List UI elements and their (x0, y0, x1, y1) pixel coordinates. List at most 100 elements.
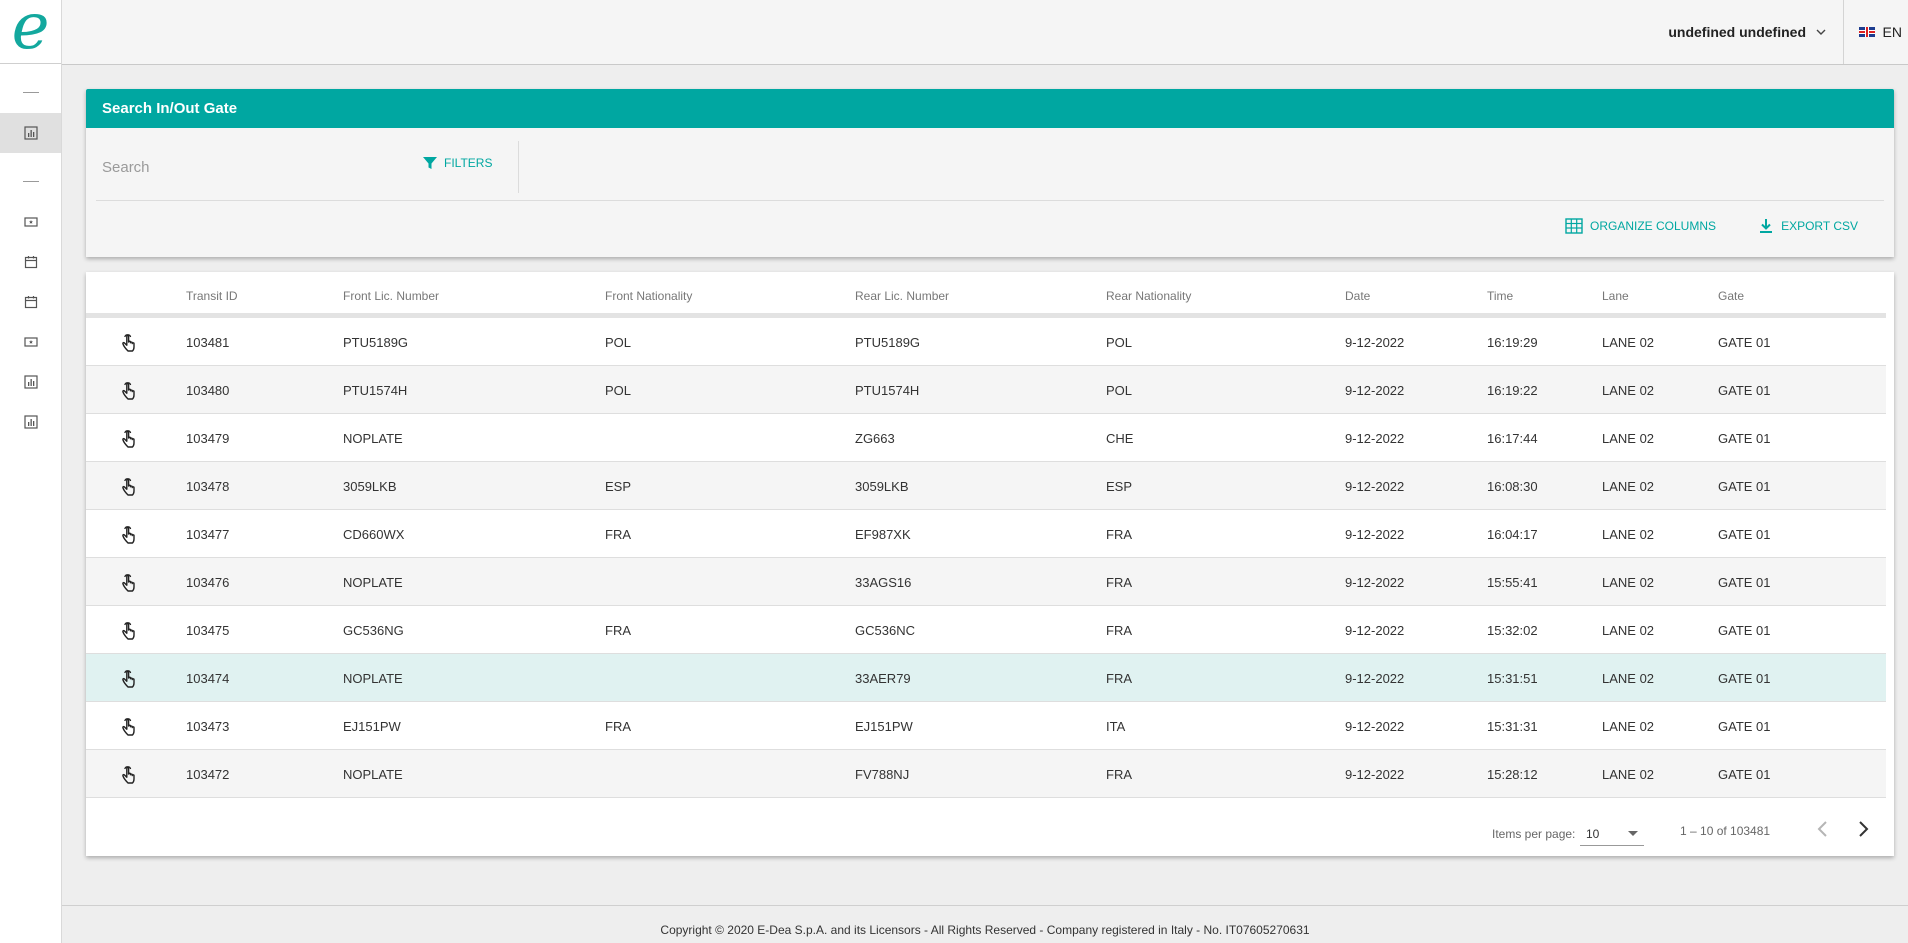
sidebar-item-reports-2[interactable] (0, 402, 61, 442)
page-range: 1 – 10 of 103481 (1680, 824, 1771, 838)
user-menu[interactable]: undefined undefined (1668, 24, 1826, 40)
chevron-left-icon (1817, 821, 1827, 837)
cell-rear-nationality: POL (1106, 383, 1133, 398)
chevron-down-icon (1816, 29, 1826, 35)
filters-label: FILTERS (444, 156, 493, 170)
column-header-date[interactable]: Date (1345, 289, 1370, 303)
table-row[interactable]: 103476 NOPLATE 33AGS16 FRA 9-12-2022 15:… (86, 558, 1886, 606)
cell-front-nationality: ESP (605, 479, 632, 494)
cell-lane: LANE 02 (1602, 623, 1655, 638)
items-per-page-label: Items per page: (1492, 827, 1576, 841)
cell-front-plate: NOPLATE (343, 431, 403, 446)
cell-rear-plate: FV788NJ (855, 767, 910, 782)
touch-icon[interactable] (120, 763, 140, 788)
cell-lane: LANE 02 (1602, 719, 1655, 734)
organize-columns-label: ORGANIZE COLUMNS (1589, 219, 1716, 233)
topbar: undefined undefined EN (62, 0, 1908, 65)
cell-lane: LANE 02 (1602, 479, 1655, 494)
divider (96, 200, 1884, 201)
items-per-page-select[interactable]: 10 (1580, 820, 1644, 846)
cell-lane: LANE 02 (1602, 335, 1655, 350)
cell-gate: GATE 01 (1718, 431, 1771, 446)
search-card: Search In/Out Gate FILTERS ORGANIZE COLU… (86, 89, 1894, 257)
touch-icon[interactable] (120, 571, 140, 596)
table-row[interactable]: 103480 PTU1574H POL PTU1574H POL 9-12-20… (86, 366, 1886, 414)
search-card-title: Search In/Out Gate (86, 89, 1894, 128)
chevron-right-icon (1859, 821, 1869, 837)
cell-lane: LANE 02 (1602, 383, 1655, 398)
column-header-front-nationality[interactable]: Front Nationality (605, 289, 692, 303)
table-row-hovered[interactable]: 103474 NOPLATE 33AER79 FRA 9-12-2022 15:… (86, 654, 1886, 702)
search-input[interactable] (102, 159, 402, 176)
cell-rear-nationality: ITA (1106, 719, 1126, 734)
cell-time: 15:31:51 (1487, 671, 1538, 686)
sidebar-item-tickets-2[interactable] (0, 322, 61, 362)
table-body: 103481 PTU5189G POL PTU5189G POL 9-12-20… (86, 318, 1886, 798)
logo-letter: e (11, 0, 50, 64)
table-row[interactable]: 103472 NOPLATE FV788NJ FRA 9-12-2022 15:… (86, 750, 1886, 798)
touch-icon[interactable] (120, 379, 140, 404)
column-header-front-lic-number[interactable]: Front Lic. Number (343, 289, 439, 303)
table-row[interactable]: 103479 NOPLATE ZG663 CHE 9-12-2022 16:17… (86, 414, 1886, 462)
cell-front-nationality: POL (605, 383, 632, 398)
previous-page-button[interactable] (1816, 820, 1830, 843)
column-header-rear-nationality[interactable]: Rear Nationality (1106, 289, 1191, 303)
filters-button[interactable]: FILTERS (422, 155, 492, 171)
cell-front-nationality: FRA (605, 719, 631, 734)
cell-transit-id: 103475 (186, 623, 230, 638)
table-row[interactable]: 103475 GC536NG FRA GC536NC FRA 9-12-2022… (86, 606, 1886, 654)
cell-rear-nationality: CHE (1106, 431, 1134, 446)
touch-icon[interactable] (120, 523, 140, 548)
cell-lane: LANE 02 (1602, 671, 1655, 686)
cell-rear-nationality: POL (1106, 335, 1133, 350)
touch-icon[interactable] (120, 331, 140, 356)
touch-icon[interactable] (120, 427, 140, 452)
sidebar-item-tickets[interactable] (0, 202, 61, 242)
column-header-transit-id[interactable]: Transit ID (186, 289, 238, 303)
language-selector[interactable]: EN (1858, 24, 1902, 40)
cell-front-plate: NOPLATE (343, 575, 403, 590)
table-row[interactable]: 103477 CD660WX FRA EF987XK FRA 9-12-2022… (86, 510, 1886, 558)
cell-rear-nationality: ESP (1106, 479, 1133, 494)
sidebar-item-dashboard[interactable] (0, 113, 61, 153)
app-logo[interactable]: e (0, 0, 61, 64)
column-header-lane[interactable]: Lane (1602, 289, 1629, 303)
table-row[interactable]: 103481 PTU5189G POL PTU5189G POL 9-12-20… (86, 318, 1886, 366)
touch-icon[interactable] (120, 619, 140, 644)
cell-rear-nationality: FRA (1106, 623, 1132, 638)
touch-icon[interactable] (120, 667, 140, 692)
cell-front-plate: 3059LKB (343, 479, 397, 494)
cell-time: 15:31:31 (1487, 719, 1538, 734)
calendar-icon (24, 256, 37, 269)
cell-date: 9-12-2022 (1345, 767, 1405, 782)
sidebar-item-calendar-2[interactable] (0, 282, 61, 322)
organize-columns-button[interactable]: ORGANIZE COLUMNS (1565, 218, 1716, 234)
touch-icon[interactable] (120, 715, 140, 740)
next-page-button[interactable] (1856, 820, 1870, 843)
cell-gate: GATE 01 (1718, 671, 1771, 686)
cell-date: 9-12-2022 (1345, 671, 1405, 686)
cell-front-nationality: FRA (605, 527, 631, 542)
cell-front-nationality: POL (605, 335, 632, 350)
column-header-rear-lic-number[interactable]: Rear Lic. Number (855, 289, 949, 303)
cell-transit-id: 103474 (186, 671, 230, 686)
column-header-gate[interactable]: Gate (1718, 289, 1744, 303)
cell-date: 9-12-2022 (1345, 479, 1405, 494)
cell-front-plate: CD660WX (343, 527, 405, 542)
column-header-time[interactable]: Time (1487, 289, 1513, 303)
table-row[interactable]: 103473 EJ151PW FRA EJ151PW ITA 9-12-2022… (86, 702, 1886, 750)
sidebar-item-calendar[interactable] (0, 242, 61, 282)
touch-icon[interactable] (120, 475, 140, 500)
cell-front-nationality: FRA (605, 623, 631, 638)
cell-date: 9-12-2022 (1345, 719, 1405, 734)
cell-rear-nationality: FRA (1106, 575, 1132, 590)
cell-gate: GATE 01 (1718, 575, 1771, 590)
filter-icon (423, 157, 437, 169)
sidebar-item-reports[interactable] (0, 362, 61, 402)
cell-lane: LANE 02 (1602, 767, 1655, 782)
results-table: Transit ID Front Lic. Number Front Natio… (86, 272, 1894, 856)
export-csv-button[interactable]: EXPORT CSV (1758, 218, 1858, 234)
cell-rear-nationality: FRA (1106, 767, 1132, 782)
cell-front-plate: EJ151PW (343, 719, 401, 734)
table-row[interactable]: 103478 3059LKB ESP 3059LKB ESP 9-12-2022… (86, 462, 1886, 510)
